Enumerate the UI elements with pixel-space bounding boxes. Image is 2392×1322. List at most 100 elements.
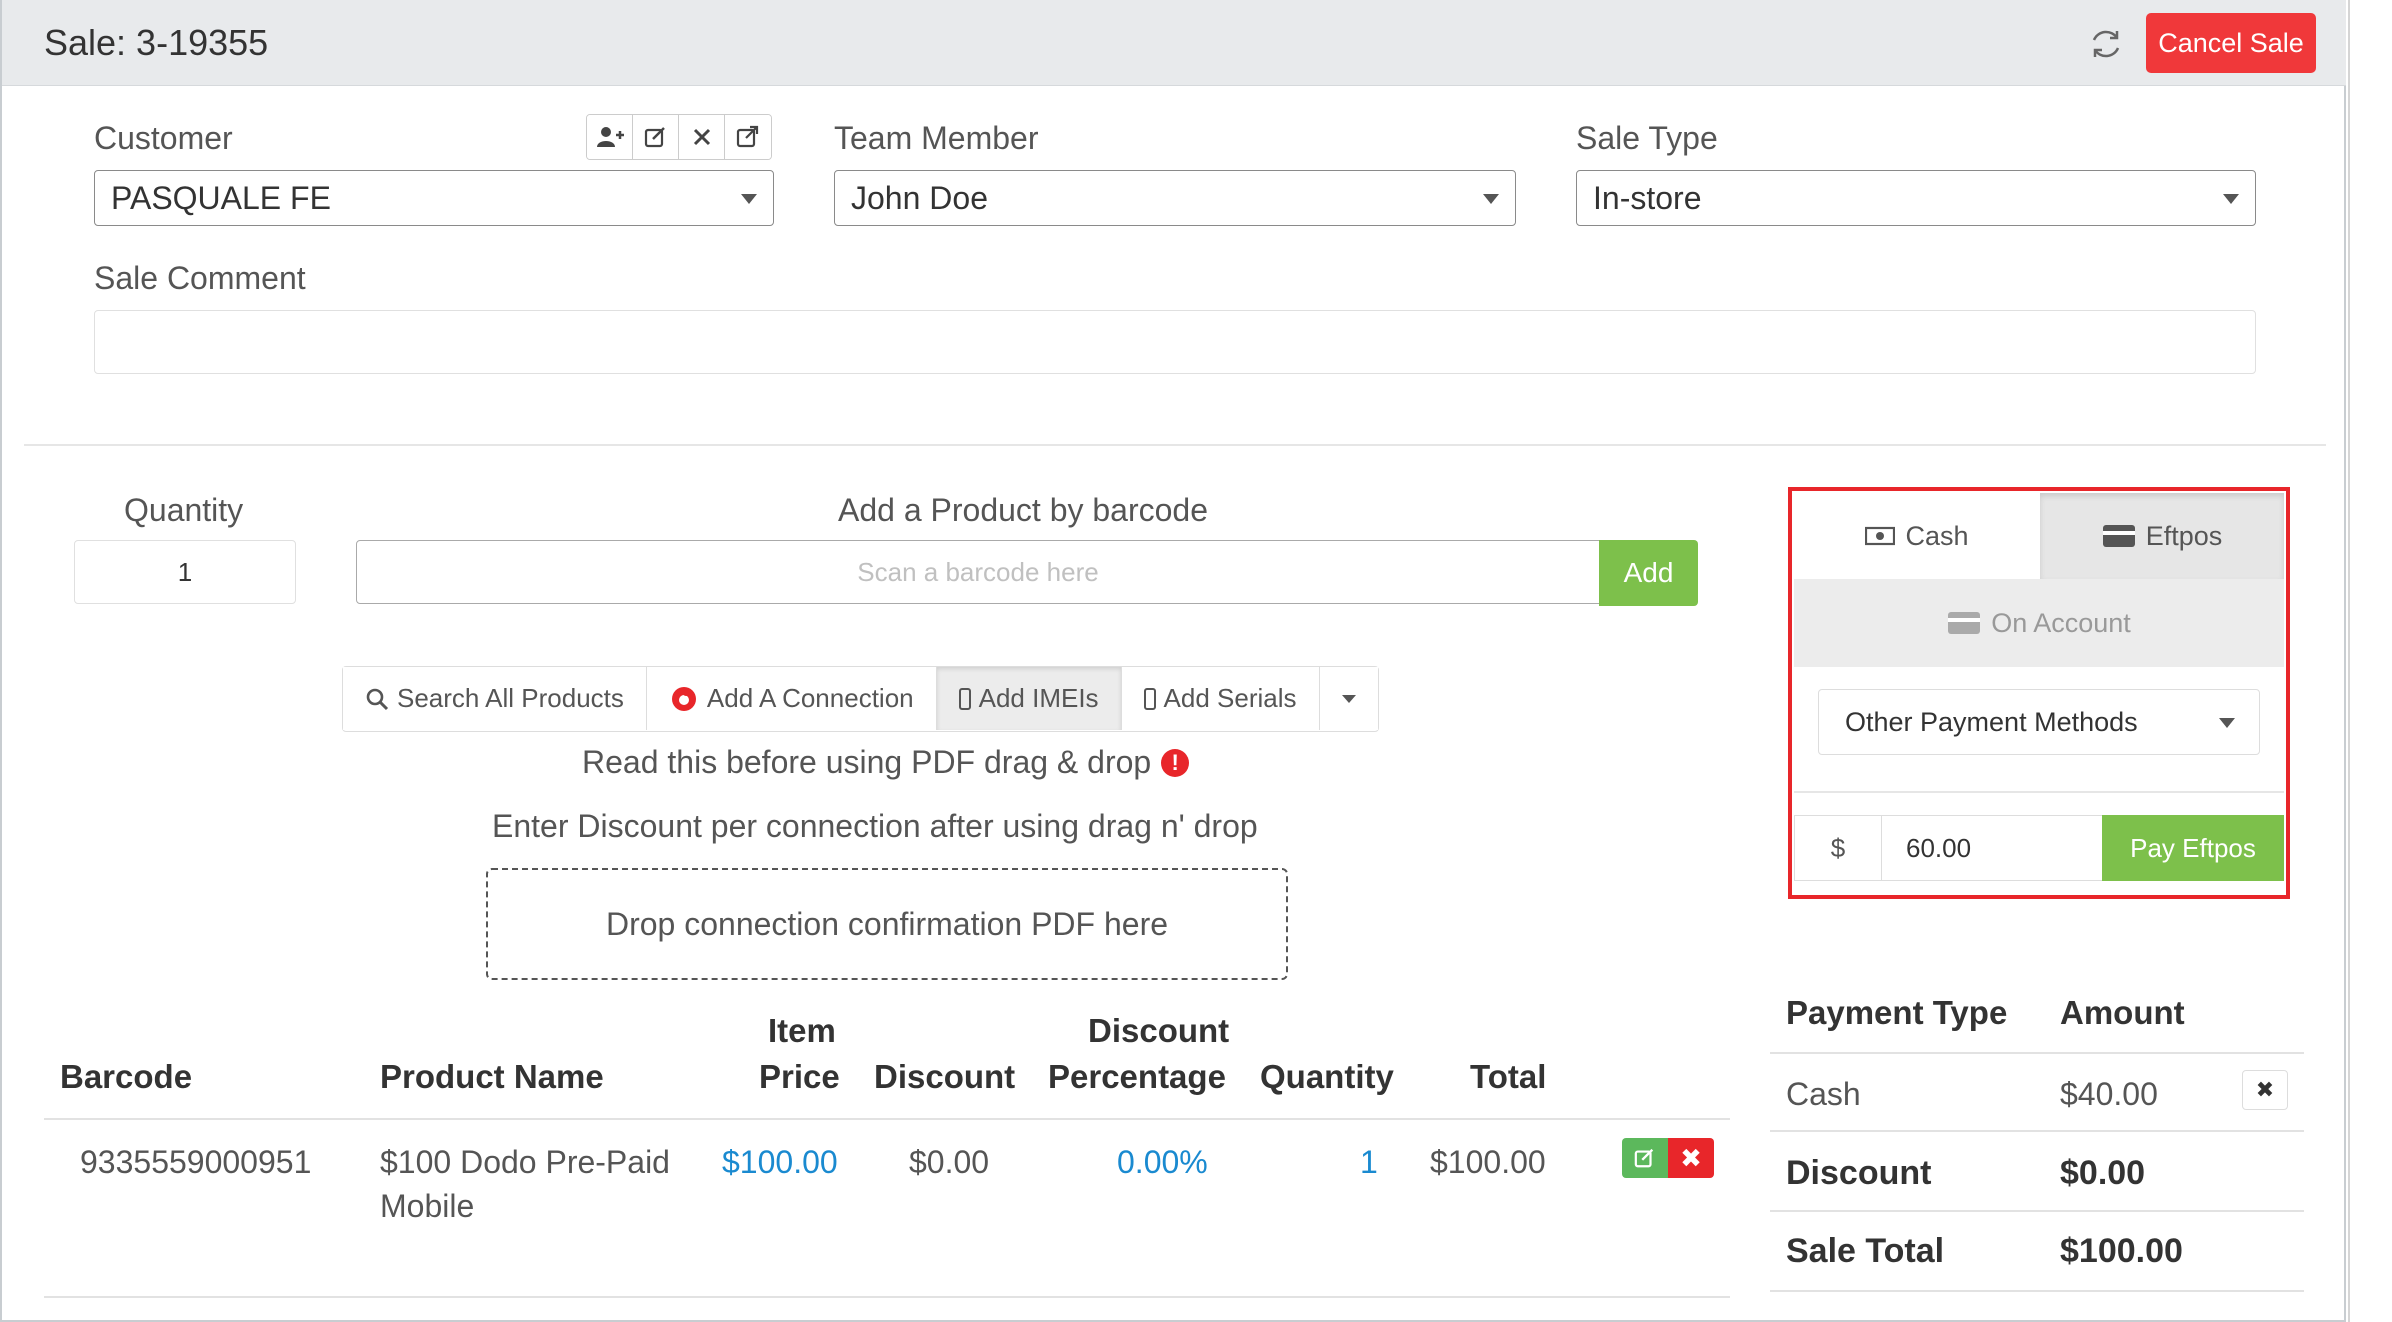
customer-value: PASQUALE FE <box>111 180 331 216</box>
summary-discount-value: $0.00 <box>2060 1154 2146 1192</box>
tab-eftpos[interactable]: Eftpos <box>2040 493 2284 579</box>
chevron-down-icon <box>2219 718 2235 728</box>
sale-title: Sale: 3-19355 <box>44 22 269 63</box>
pay-eftpos-button[interactable]: Pay Eftpos <box>2102 815 2284 881</box>
add-serials-label: Add Serials <box>1163 683 1297 713</box>
customer-tools <box>586 114 772 160</box>
col-quantity: Quantity <box>1260 1058 1394 1095</box>
tab-on-account[interactable]: On Account <box>1794 579 2284 667</box>
row-quantity[interactable]: 1 <box>1360 1144 1378 1181</box>
row-actions: ✖ <box>1622 1138 1714 1178</box>
payment-amount-input[interactable]: 60.00 <box>1881 815 2103 881</box>
chevron-down-icon <box>1483 194 1499 204</box>
row-discount-pct[interactable]: 0.00% <box>1117 1144 1208 1181</box>
other-payment-methods-select[interactable]: Other Payment Methods <box>1818 689 2260 755</box>
vodafone-icon <box>671 686 696 711</box>
quantity-input[interactable]: 1 <box>74 540 296 604</box>
row-discount: $0.00 <box>909 1144 990 1180</box>
summary-payment-amount: $40.00 <box>2060 1076 2158 1112</box>
credit-card-icon <box>2102 525 2135 547</box>
refresh-icon[interactable] <box>2088 26 2124 62</box>
barcode-input[interactable]: Scan a barcode here <box>356 540 1600 604</box>
search-icon <box>366 688 389 710</box>
sale-comment-input[interactable] <box>94 310 2256 374</box>
edit-row-button[interactable] <box>1622 1138 1668 1178</box>
add-serials-button[interactable]: Add Serials <box>1121 667 1320 730</box>
search-all-products-label: Search All Products <box>397 683 624 713</box>
add-barcode-button[interactable]: Add <box>1599 540 1698 606</box>
summary-col-payment-type: Payment Type <box>1786 994 2008 1031</box>
quantity-label: Quantity <box>124 492 244 528</box>
sale-panel: Sale: 3-19355 Cancel Sale Customer PASQU… <box>0 0 2346 1322</box>
summary-total-label: Sale Total <box>1786 1232 1945 1270</box>
sale-type-select[interactable]: In-store <box>1576 170 2256 226</box>
cancel-sale-button[interactable]: Cancel Sale <box>2146 13 2316 73</box>
col-product-name: Product Name <box>380 1058 604 1095</box>
section-divider <box>24 444 2326 446</box>
summary-line <box>1770 1130 2304 1132</box>
more-options-dropdown[interactable] <box>1319 667 1378 730</box>
delete-row-button[interactable]: ✖ <box>1668 1138 1714 1178</box>
payment-amount-row: $ 60.00 Pay Eftpos <box>1794 815 2284 881</box>
exclamation-icon: ! <box>1161 748 1190 777</box>
row-total: $100.00 <box>1430 1144 1546 1180</box>
scroll-edge <box>2346 0 2392 1322</box>
sale-comment-label: Sale Comment <box>94 260 306 296</box>
row-barcode: 9335559000951 <box>80 1144 312 1180</box>
customer-select[interactable]: PASQUALE FE <box>94 170 774 226</box>
barcode-label: Add a Product by barcode <box>838 492 1209 528</box>
summary-col-amount: Amount <box>2060 994 2185 1031</box>
col-discount: Discount <box>874 1058 1016 1095</box>
team-member-select[interactable]: John Doe <box>834 170 1516 226</box>
summary-discount-label: Discount <box>1786 1154 1932 1192</box>
other-payment-methods-label: Other Payment Methods <box>1845 707 2138 737</box>
row-product-line1: $100 Dodo Pre-Paid <box>380 1144 670 1180</box>
tab-eftpos-label: Eftpos <box>2145 520 2223 551</box>
credit-card-icon <box>1948 612 1981 634</box>
caret-down-icon <box>1341 694 1356 703</box>
edit-icon <box>1634 1148 1654 1168</box>
col-item-price-line1: Item <box>768 1012 836 1049</box>
summary-line <box>1770 1052 2304 1054</box>
add-imeis-label: Add IMEIs <box>978 683 1099 713</box>
payment-panel: Cash Eftpos On Account Other Payment Met… <box>1788 487 2290 899</box>
pdf-dropzone[interactable]: Drop connection confirmation PDF here <box>486 868 1288 980</box>
search-all-products-button[interactable]: Search All Products <box>343 667 647 730</box>
payment-method-area: Other Payment Methods $ 60.00 Pay Eftpos <box>1794 667 2284 887</box>
col-discount-pct-line1: Discount <box>1088 1012 1230 1049</box>
table-row-line <box>44 1296 1730 1298</box>
team-member-label: Team Member <box>834 120 1039 156</box>
scroll-edge-line <box>2348 0 2350 1322</box>
pdf-read-note-text: Read this before using PDF drag & drop <box>582 744 1152 780</box>
chevron-down-icon <box>2223 194 2239 204</box>
customer-label: Customer <box>94 120 233 156</box>
col-discount-pct-line2: Percentage <box>1048 1058 1226 1095</box>
team-member-value: John Doe <box>851 180 988 216</box>
edit-customer-icon[interactable] <box>633 115 679 159</box>
chevron-down-icon <box>741 194 757 204</box>
table-header-line <box>44 1118 1730 1120</box>
sale-type-value: In-store <box>1593 180 1702 216</box>
col-item-price-line2: Price <box>759 1058 840 1095</box>
remove-payment-button[interactable]: ✖ <box>2242 1070 2288 1110</box>
discount-note: Enter Discount per connection after usin… <box>492 808 1258 844</box>
add-imeis-button[interactable]: Add IMEIs <box>936 667 1122 730</box>
close-icon: ✖ <box>2255 1077 2275 1102</box>
payment-separator <box>1794 791 2284 793</box>
tab-cash-label: Cash <box>1905 520 1969 551</box>
add-connection-button[interactable]: Add A Connection <box>646 667 937 730</box>
add-connection-label: Add A Connection <box>706 683 914 713</box>
col-barcode: Barcode <box>60 1058 193 1095</box>
row-item-price[interactable]: $100.00 <box>722 1144 838 1181</box>
col-total: Total <box>1470 1058 1547 1095</box>
open-customer-icon[interactable] <box>725 115 771 159</box>
tab-on-account-label: On Account <box>1991 607 2131 638</box>
add-customer-icon[interactable] <box>587 115 633 159</box>
clear-customer-icon[interactable] <box>679 115 725 159</box>
pdf-read-note[interactable]: Read this before using PDF drag & drop ! <box>582 744 1190 781</box>
tab-cash[interactable]: Cash <box>1794 493 2040 579</box>
mobile-phone-icon <box>1143 687 1156 710</box>
mobile-phone-icon <box>958 687 971 710</box>
summary-payment-type: Cash <box>1786 1076 1861 1112</box>
sale-header: Sale: 3-19355 Cancel Sale <box>2 0 2346 86</box>
